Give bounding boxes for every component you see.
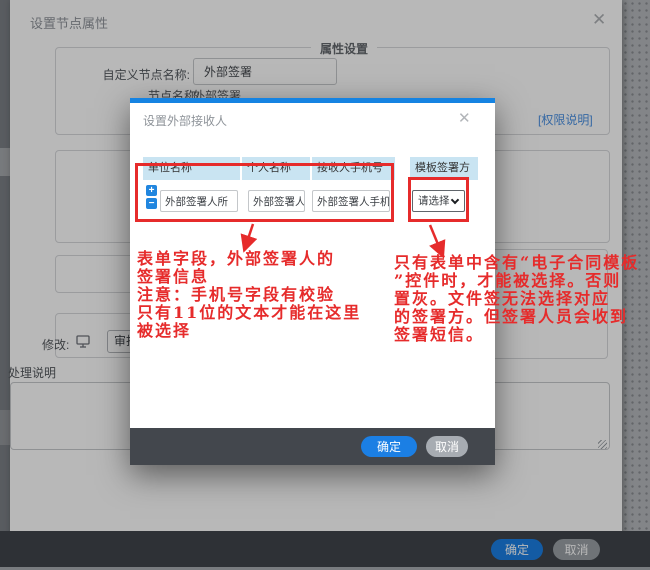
modal-cancel-button[interactable]: 取消 <box>426 436 468 457</box>
col-header-signer: 模板签署方 <box>410 157 478 180</box>
col-header-phone: 接收人手机号 <box>312 157 395 180</box>
template-signer-select[interactable]: 请选择 <box>412 190 465 212</box>
col-header-unit: 单位名称 <box>143 157 240 180</box>
signer-select-value: 请选择 <box>418 195 450 207</box>
unit-name-input[interactable] <box>160 190 238 212</box>
remove-row-button[interactable]: − <box>146 198 157 209</box>
close-icon[interactable]: ✕ <box>458 109 471 127</box>
chevron-down-icon <box>450 195 460 205</box>
col-header-person: 个人名称 <box>242 157 310 180</box>
page: 设置节点属性 ✕ 属性设置 自定义节点名称: 节点名称: 外部签署 [权限说明]… <box>0 0 650 570</box>
person-name-input[interactable] <box>248 190 305 212</box>
external-recipient-modal: 设置外部接收人 ✕ 单位名称 个人名称 接收人手机号 模板签署方 + − 请选择… <box>130 98 495 465</box>
modal-footer: 确定 取消 <box>130 428 495 465</box>
modal-ok-button[interactable]: 确定 <box>361 436 417 457</box>
add-row-button[interactable]: + <box>146 185 157 196</box>
modal-title: 设置外部接收人 <box>143 114 228 128</box>
phone-input[interactable] <box>312 190 390 212</box>
modal-accent-bar <box>130 98 495 103</box>
